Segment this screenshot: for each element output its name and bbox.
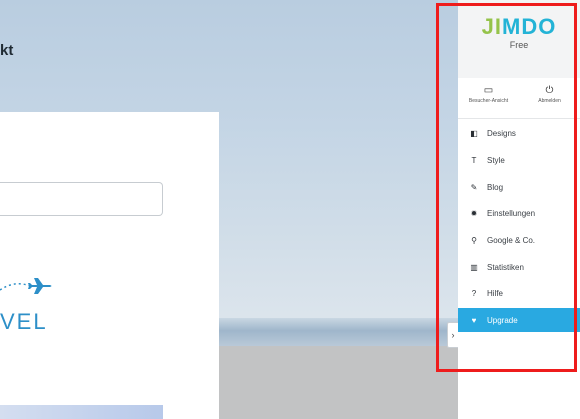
blog-icon: ✎	[470, 182, 478, 192]
sidebar-item-label: Blog	[487, 182, 504, 192]
sidebar-item-label: Einstellungen	[487, 208, 536, 218]
sidebar-item-designs[interactable]: ◧ Designs	[458, 121, 580, 145]
monitor-icon: ▭	[483, 85, 494, 96]
designs-icon: ◧	[470, 128, 478, 138]
style-icon: T	[471, 155, 477, 165]
help-icon: ?	[471, 288, 477, 298]
sidebar-item-label: Hilfe	[487, 288, 504, 298]
sidebar-item-hilfe[interactable]: ? Hilfe	[458, 281, 580, 305]
sidebar-item-label: Style	[487, 155, 505, 165]
page-heading: kt	[0, 42, 14, 59]
sidebar-item-statistiken[interactable]: ▥ Statistiken	[458, 255, 580, 279]
airplane-icon	[0, 278, 52, 294]
sidebar-item-label: Upgrade	[487, 315, 518, 325]
sidebar-header: JIMDO Free	[458, 0, 580, 78]
thumbnail-image	[0, 405, 163, 419]
sidebar-item-label: Designs	[487, 128, 516, 138]
divider	[458, 118, 580, 119]
sidebar-item-label: Google & Co.	[487, 235, 536, 245]
jimdo-sidebar: JIMDO Free ▭ Besucher-Ansicht ⏻ Abmelden…	[458, 0, 580, 419]
sidebar-collapse-button[interactable]: ›	[447, 322, 458, 348]
content-card: VEL	[0, 112, 219, 419]
sidebar-item-einstellungen[interactable]: ✹ Einstellungen	[458, 201, 580, 225]
search-input[interactable]	[0, 182, 163, 216]
chart-icon: ▥	[470, 262, 478, 272]
background-ground	[215, 346, 458, 419]
search-icon: ⚲	[471, 235, 477, 245]
background-horizon	[215, 318, 458, 346]
sidebar-item-blog[interactable]: ✎ Blog	[458, 175, 580, 199]
jimdo-logo: JIMDO	[481, 14, 557, 39]
power-icon: ⏻	[545, 85, 554, 96]
heart-icon: ♥	[471, 315, 477, 325]
gear-icon: ✹	[470, 208, 478, 218]
visitor-view-label: Besucher-Ansicht	[468, 98, 509, 104]
sidebar-item-label: Statistiken	[487, 262, 524, 272]
travel-logo-text: VEL	[0, 309, 48, 334]
sidebar-item-style[interactable]: T Style	[458, 148, 580, 172]
sidebar-item-google[interactable]: ⚲ Google & Co.	[458, 228, 580, 252]
logout-label: Abmelden	[538, 98, 561, 104]
visitor-view-button[interactable]: ▭ Besucher-Ansicht	[458, 84, 519, 112]
logout-button[interactable]: ⏻ Abmelden	[519, 84, 580, 112]
plan-label: Free	[509, 40, 529, 50]
sidebar-item-upgrade[interactable]: ♥ Upgrade	[458, 308, 580, 332]
